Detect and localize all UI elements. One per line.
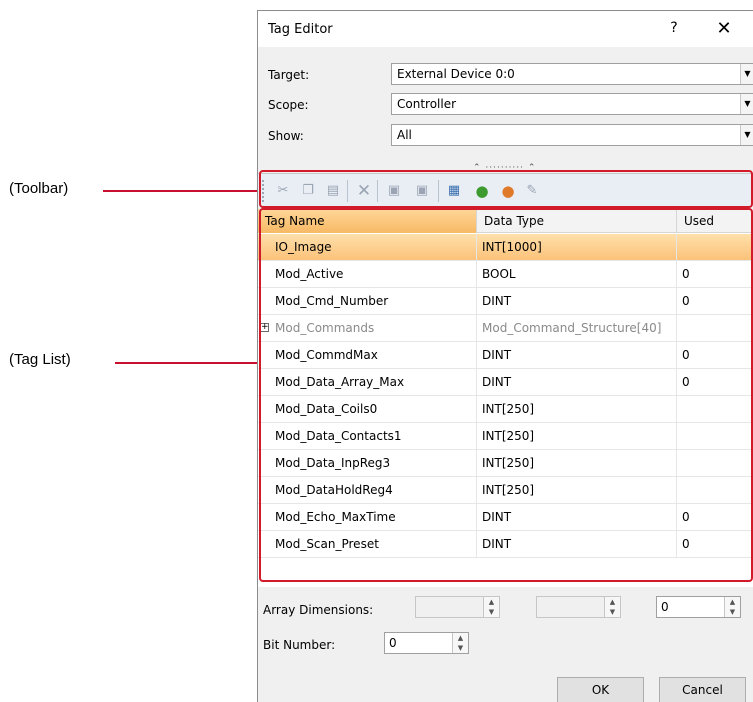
bit-number-label: Bit Number: <box>263 638 336 652</box>
taglist-highlight-box <box>259 208 753 582</box>
dialog-title: Tag Editor <box>268 22 333 37</box>
array-dimensions-label: Array Dimensions: <box>263 603 374 617</box>
scope-value: Controller <box>397 97 457 111</box>
chevron-down-icon[interactable]: ▼ <box>740 94 753 114</box>
spin-arrows-icon[interactable]: ▲ ▼ <box>724 597 740 617</box>
bit-number-stepper[interactable]: 0 ▲ ▼ <box>384 632 469 654</box>
bit-number-value: 0 <box>389 636 397 650</box>
array-dimension-1-stepper[interactable]: ▲ ▼ <box>415 596 500 618</box>
cancel-button[interactable]: Cancel <box>659 677 746 702</box>
toolbar-annotation-line <box>103 190 260 192</box>
ok-button[interactable]: OK <box>557 677 644 702</box>
target-label: Target: <box>268 68 310 82</box>
chevron-down-icon[interactable]: ▼ <box>740 125 753 145</box>
array-dimension-3-value: 0 <box>661 600 669 614</box>
show-dropdown[interactable]: All ▼ <box>391 124 753 146</box>
scope-label: Scope: <box>268 98 309 112</box>
spin-arrows-icon[interactable]: ▲ ▼ <box>604 597 620 617</box>
spin-arrows-icon[interactable]: ▲ ▼ <box>452 633 468 653</box>
show-value: All <box>397 128 412 142</box>
spin-arrows-icon[interactable]: ▲ ▼ <box>483 597 499 617</box>
scope-dropdown[interactable]: Controller ▼ <box>391 93 753 115</box>
taglist-annotation-label: (Tag List) <box>9 351 71 368</box>
title-bar: Tag Editor ? ✕ <box>258 11 753 47</box>
target-value: External Device 0:0 <box>397 67 515 81</box>
chevron-down-icon[interactable]: ▼ <box>740 64 753 84</box>
array-dimension-2-stepper[interactable]: ▲ ▼ <box>536 596 621 618</box>
array-dimension-3-stepper[interactable]: 0 ▲ ▼ <box>656 596 741 618</box>
close-button[interactable]: ✕ <box>713 18 735 39</box>
toolbar-highlight-box <box>259 170 753 208</box>
show-label: Show: <box>268 129 304 143</box>
toolbar-annotation-label: (Toolbar) <box>9 180 69 197</box>
target-dropdown[interactable]: External Device 0:0 ▼ <box>391 63 753 85</box>
help-button[interactable]: ? <box>666 20 682 36</box>
taglist-annotation-line <box>115 362 260 364</box>
